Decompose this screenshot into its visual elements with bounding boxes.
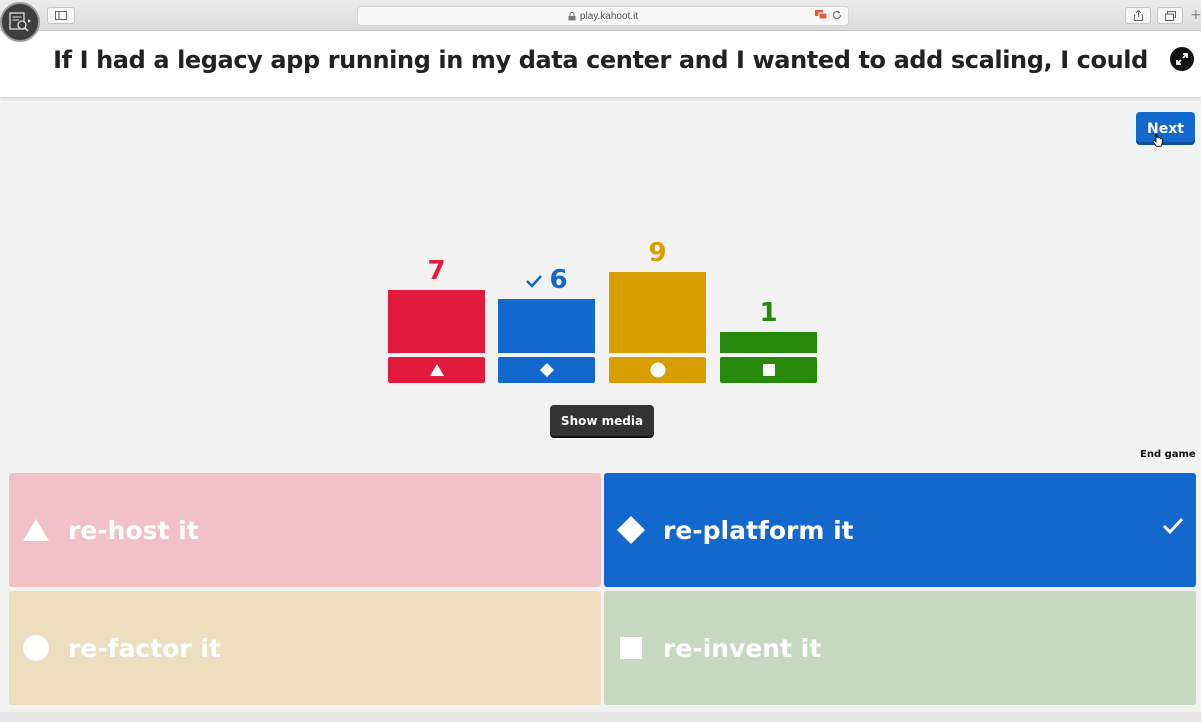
share-icon <box>1133 10 1143 21</box>
share-button[interactable] <box>1125 7 1151 24</box>
reload-icon[interactable] <box>832 10 842 20</box>
result-bar <box>720 332 817 353</box>
circle-icon <box>21 633 51 663</box>
answer-tile-triangle: re-host it <box>9 473 601 587</box>
result-base <box>498 357 595 383</box>
answer-label: re-host it <box>68 515 199 545</box>
answer-tile-square: re-invent it <box>604 591 1196 705</box>
result-base <box>609 357 706 383</box>
square-icon <box>616 633 646 663</box>
address-bar[interactable]: play.kahoot.it <box>357 6 849 26</box>
result-bar <box>388 290 485 353</box>
new-tab-icon[interactable]: + <box>1190 7 1201 23</box>
result-base <box>388 357 485 383</box>
sidebar-icon <box>55 11 67 20</box>
triangle-icon <box>21 515 51 545</box>
correct-check-icon <box>1162 517 1184 534</box>
sidebar-toggle-button[interactable] <box>47 7 75 24</box>
url-text: play.kahoot.it <box>579 10 639 22</box>
fullscreen-button[interactable] <box>1170 47 1194 71</box>
result-count-value: 7 <box>427 256 446 286</box>
answer-tile-circle: re-factor it <box>9 591 601 705</box>
result-base <box>720 357 817 383</box>
question-header: If I had a legacy app running in my data… <box>0 31 1201 97</box>
result-count-value: 6 <box>549 265 568 295</box>
hand-cursor-icon <box>1153 134 1163 147</box>
answer-label: re-platform it <box>663 515 854 545</box>
fullscreen-icon <box>1176 53 1188 65</box>
result-count-value: 1 <box>759 298 778 328</box>
result-count: 7 <box>388 256 485 286</box>
square-icon <box>762 363 776 377</box>
result-bar <box>498 299 595 353</box>
triangle-icon <box>429 363 445 377</box>
result-count: 1 <box>720 298 817 328</box>
correct-check-icon <box>525 265 549 295</box>
document-search-icon <box>9 12 31 32</box>
circle-icon <box>650 362 666 378</box>
lock-icon <box>568 11 576 20</box>
answer-label: re-invent it <box>663 633 822 663</box>
diamond-icon <box>616 515 646 545</box>
result-count: 9 <box>609 238 706 268</box>
result-bar <box>609 272 706 353</box>
footer-bar <box>0 712 1201 722</box>
diamond-icon <box>539 362 555 378</box>
browser-toolbar: play.kahoot.it + <box>0 0 1201 31</box>
show-media-button[interactable]: Show media <box>550 405 654 436</box>
answer-tile-diamond: re-platform it <box>604 473 1196 587</box>
result-count-value: 9 <box>648 238 667 268</box>
question-title: If I had a legacy app running in my data… <box>53 46 1148 74</box>
next-button[interactable]: Next <box>1136 112 1195 145</box>
result-count: 6 <box>498 265 595 295</box>
screen-recorder-icon[interactable] <box>0 2 40 42</box>
screen-share-icon[interactable] <box>815 10 827 20</box>
end-game-link[interactable]: End game <box>1140 449 1196 460</box>
tabs-overview-button[interactable] <box>1157 7 1183 24</box>
tabs-icon <box>1164 10 1176 21</box>
answer-label: re-factor it <box>68 633 221 663</box>
